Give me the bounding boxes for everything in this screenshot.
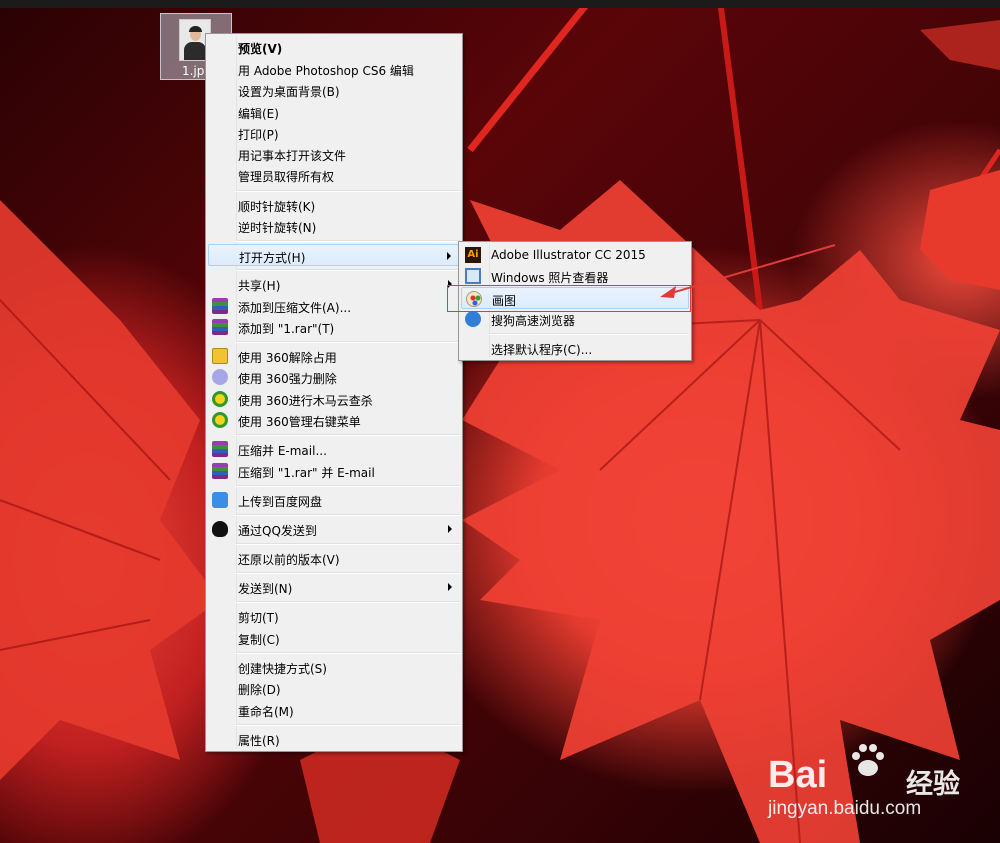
submenu-arrow-icon xyxy=(447,252,451,260)
menu-item-open-with[interactable]: 打开方式(H) xyxy=(208,244,460,266)
menu-item-add-to-rar[interactable]: 添加到 "1.rar"(T) xyxy=(208,316,460,338)
menu-separator xyxy=(236,240,460,242)
context-menu: 预览(V) 用 Adobe Photoshop CS6 编辑 设置为桌面背景(B… xyxy=(205,33,463,752)
360-manage-icon xyxy=(212,412,228,428)
menu-item-copy[interactable]: 复制(C) xyxy=(208,627,460,649)
menu-separator xyxy=(489,333,689,335)
qq-icon xyxy=(212,521,228,537)
baidu-jingyan-watermark: Bai 经验 jingyan.baidu.com xyxy=(768,740,993,830)
menu-item-compress-rar-email[interactable]: 压缩到 "1.rar" 并 E-mail xyxy=(208,460,460,482)
360-scan-icon xyxy=(212,391,228,407)
annotation-arrow-icon xyxy=(660,244,836,298)
menu-item-create-shortcut[interactable]: 创建快捷方式(S) xyxy=(208,656,460,678)
submenu-arrow-icon xyxy=(448,525,452,533)
menu-separator xyxy=(236,543,460,545)
360-unlock-icon xyxy=(212,348,228,364)
window-top-edge xyxy=(0,0,1000,8)
menu-separator xyxy=(236,572,460,574)
menu-item-rename[interactable]: 重命名(M) xyxy=(208,699,460,721)
menu-item-restore-versions[interactable]: 还原以前的版本(V) xyxy=(208,547,460,569)
menu-item-360-manage[interactable]: 使用 360管理右键菜单 xyxy=(208,409,460,431)
desktop-wallpaper xyxy=(0,0,1000,843)
menu-item-baidu-upload[interactable]: 上传到百度网盘 xyxy=(208,489,460,511)
submenu-arrow-icon xyxy=(448,583,452,591)
menu-item-add-archive[interactable]: 添加到压缩文件(A)... xyxy=(208,295,460,317)
menu-separator xyxy=(236,514,460,516)
sogou-browser-icon xyxy=(465,311,481,327)
menu-separator xyxy=(236,485,460,487)
menu-item-rotate-ccw[interactable]: 逆时针旋转(N) xyxy=(208,215,460,237)
menu-item-share[interactable]: 共享(H) xyxy=(208,273,460,295)
menu-item-take-ownership[interactable]: 管理员取得所有权 xyxy=(208,164,460,186)
winrar-icon xyxy=(212,319,228,335)
menu-item-send-to[interactable]: 发送到(N) xyxy=(208,576,460,598)
winrar-icon xyxy=(212,441,228,457)
menu-separator xyxy=(236,341,460,343)
winrar-icon xyxy=(212,298,228,314)
menu-item-360-scan[interactable]: 使用 360进行木马云查杀 xyxy=(208,388,460,410)
watermark-url: jingyan.baidu.com xyxy=(768,798,922,819)
illustrator-icon: Ai xyxy=(465,247,481,263)
menu-separator xyxy=(236,652,460,654)
submenu-item-choose-default[interactable]: 选择默认程序(C)... xyxy=(461,337,689,359)
menu-separator xyxy=(236,190,460,192)
menu-item-delete[interactable]: 删除(D) xyxy=(208,677,460,699)
menu-separator xyxy=(236,601,460,603)
menu-separator xyxy=(236,724,460,726)
winrar-icon xyxy=(212,463,228,479)
menu-item-set-wallpaper[interactable]: 设置为桌面背景(B) xyxy=(208,79,460,101)
menu-item-rotate-cw[interactable]: 顺时针旋转(K) xyxy=(208,194,460,216)
watermark-brand: Bai xyxy=(768,754,828,796)
menu-item-360-delete[interactable]: 使用 360强力删除 xyxy=(208,366,460,388)
menu-separator xyxy=(236,269,460,271)
menu-item-360-unlock[interactable]: 使用 360解除占用 xyxy=(208,345,460,367)
menu-item-compress-email[interactable]: 压缩并 E-mail... xyxy=(208,438,460,460)
photo-viewer-icon xyxy=(465,268,481,284)
baidu-paw-icon xyxy=(852,744,884,776)
maple-leaf-artwork xyxy=(0,0,1000,843)
menu-item-edit[interactable]: 编辑(E) xyxy=(208,101,460,123)
menu-item-properties[interactable]: 属性(R) xyxy=(208,728,460,750)
menu-item-cut[interactable]: 剪切(T) xyxy=(208,605,460,627)
menu-item-edit-photoshop[interactable]: 用 Adobe Photoshop CS6 编辑 xyxy=(208,58,460,80)
menu-item-preview[interactable]: 预览(V) xyxy=(208,36,460,58)
menu-item-print[interactable]: 打印(P) xyxy=(208,122,460,144)
menu-item-send-qq[interactable]: 通过QQ发送到 xyxy=(208,518,460,540)
menu-separator xyxy=(236,434,460,436)
360-delete-icon xyxy=(212,369,228,385)
baidu-netdisk-icon xyxy=(212,492,228,508)
menu-item-open-notepad[interactable]: 用记事本打开该文件 xyxy=(208,143,460,165)
watermark-brand-suffix: 经验 xyxy=(906,769,960,800)
